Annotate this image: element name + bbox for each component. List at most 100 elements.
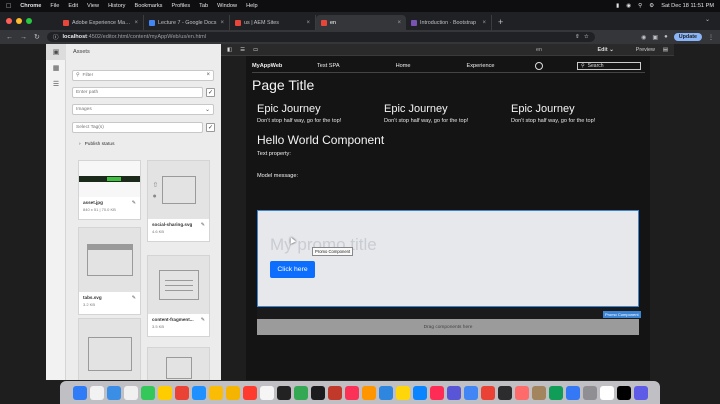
browser-tab[interactable]: Adobe Experience Manager Cl... × [58,15,144,30]
new-tab-icon[interactable]: + [492,15,509,30]
share-icon[interactable]: ⇧ [575,34,580,40]
dock-app-icon[interactable] [72,385,87,400]
dock-app-icon[interactable] [463,385,478,400]
asset-card[interactable] [78,318,141,380]
menu-file[interactable]: File [50,3,59,9]
edit-pencil-icon[interactable]: ✎ [201,222,205,228]
update-button[interactable]: Update [673,33,702,41]
click-here-button[interactable]: Click here [270,261,315,278]
path-checkbox[interactable]: ✓ [206,88,215,97]
more-menu-icon[interactable]: ⋮ [708,34,714,41]
dock-app-icon[interactable] [276,385,291,400]
menu-profiles[interactable]: Profiles [171,3,190,9]
dock-app-icon[interactable] [89,385,104,400]
asset-card[interactable]: asset.jpg 840 x 51 | 70.0 KB ✎ [78,160,141,220]
path-field[interactable]: Enter path [72,87,203,98]
spotlight-icon[interactable]: ⚲ [638,3,642,9]
dock-app-icon[interactable] [106,385,121,400]
emulator-icon[interactable]: ▭ [253,47,258,53]
menu-window[interactable]: Window [217,3,237,9]
dock-app-icon[interactable] [174,385,189,400]
asset-card[interactable]: tabs.svg 3.2 KB ✎ [78,227,141,315]
publish-status-toggle[interactable]: › Publish status [79,142,114,147]
promo-component-label[interactable]: Promo Component [603,311,641,318]
tab-search-chevron-icon[interactable]: ⌄ [705,16,710,23]
dock-app-icon[interactable] [395,385,410,400]
assets-rail-icon[interactable]: ▣ [46,44,66,60]
dock-app-icon[interactable] [412,385,427,400]
asset-filter-input[interactable]: ⚲ Filter × [72,70,214,81]
nav-link-test-spa[interactable]: Test SPA [317,63,340,69]
extensions-puzzle-icon[interactable]: ▣ [652,34,658,41]
battery-icon[interactable]: ▮ [616,3,619,9]
minimize-window-button[interactable] [16,18,22,24]
site-info-icon[interactable]: ⓘ [53,33,59,41]
clear-icon[interactable]: × [206,72,210,78]
dock-app-icon[interactable] [344,385,359,400]
components-rail-icon[interactable]: ▦ [46,60,66,76]
nav-link-experience[interactable]: Experience [467,63,495,69]
dock-app-icon[interactable] [259,385,274,400]
zoom-window-button[interactable] [26,18,32,24]
globe-icon[interactable] [534,62,543,70]
asset-card[interactable]: content-fragment... 3.5 KB ✎ [147,255,210,337]
dock-app-icon[interactable] [599,385,614,400]
site-brand[interactable]: MyAppWeb [252,63,317,69]
wifi-icon[interactable]: ◉ [626,3,631,9]
menu-history[interactable]: History [108,3,125,9]
dock-app-icon[interactable] [616,385,631,400]
drag-components-dropzone[interactable]: Drag components here [257,319,639,335]
asset-type-select[interactable]: Images ⌄ [72,104,214,115]
browser-tab[interactable]: us | AEM Sites × [230,15,316,30]
asset-card[interactable] [147,347,210,380]
dock-app-icon[interactable] [361,385,376,400]
edit-pencil-icon[interactable]: ✎ [201,317,205,323]
preview-button[interactable]: Preview [636,47,655,53]
dock-app-icon[interactable] [310,385,325,400]
edit-mode-dropdown[interactable]: Edit ⌄ [598,47,614,53]
dock-app-icon[interactable] [429,385,444,400]
tags-checkbox[interactable]: ✓ [206,123,215,132]
tab-close-icon[interactable]: × [134,20,138,26]
back-arrow-icon[interactable]: ← [6,34,13,41]
dock-app-icon[interactable] [531,385,546,400]
content-tree-rail-icon[interactable]: ☰ [46,76,66,92]
browser-tab[interactable]: Introduction · Bootstrap × [406,15,492,30]
dock-app-icon[interactable] [242,385,257,400]
browser-tab[interactable]: Lecture 7 - Google Docs × [144,15,230,30]
toggle-side-panel-icon[interactable]: ◧ [227,47,232,53]
menu-app-name[interactable]: Chrome [20,3,41,9]
promo-component[interactable]: My promo title Promo Component Click her… [257,210,639,307]
dock-app-icon[interactable] [582,385,597,400]
nav-link-home[interactable]: Home [396,63,411,69]
tab-close-icon[interactable]: × [397,20,401,26]
dock-app-icon[interactable] [208,385,223,400]
browser-tab-active[interactable]: en × [316,15,406,30]
address-bar[interactable]: ⓘ localhost:4502/editor.html/content/myA… [46,32,595,42]
dock-app-icon[interactable] [565,385,580,400]
bookmark-star-icon[interactable]: ☆ [584,34,589,40]
extension-icon[interactable]: ◉ [641,34,646,41]
forward-arrow-icon[interactable]: → [20,34,27,41]
dock-app-icon[interactable] [191,385,206,400]
tab-close-icon[interactable]: × [482,20,486,26]
annotations-icon[interactable]: ▤ [663,47,668,53]
page-info-icon[interactable]: ☰ [240,47,245,53]
dock-app-icon[interactable] [446,385,461,400]
dock-app-icon[interactable] [633,385,648,400]
tab-close-icon[interactable]: × [220,20,224,26]
menu-view[interactable]: View [87,3,99,9]
apple-icon[interactable]:  [6,3,11,10]
tab-close-icon[interactable]: × [306,20,310,26]
menu-edit[interactable]: Edit [68,3,78,9]
edit-pencil-icon[interactable]: ✎ [132,200,136,206]
dock-app-icon[interactable] [480,385,495,400]
reload-icon[interactable]: ↻ [34,33,40,41]
site-search-input[interactable]: ⚲ Search [577,62,641,70]
profile-avatar-icon[interactable]: ● [664,34,668,40]
dock-app-icon[interactable] [225,385,240,400]
control-center-icon[interactable]: ⚙ [649,3,654,9]
menu-bookmarks[interactable]: Bookmarks [134,3,162,9]
dock-app-icon[interactable] [157,385,172,400]
dock-app-icon[interactable] [327,385,342,400]
